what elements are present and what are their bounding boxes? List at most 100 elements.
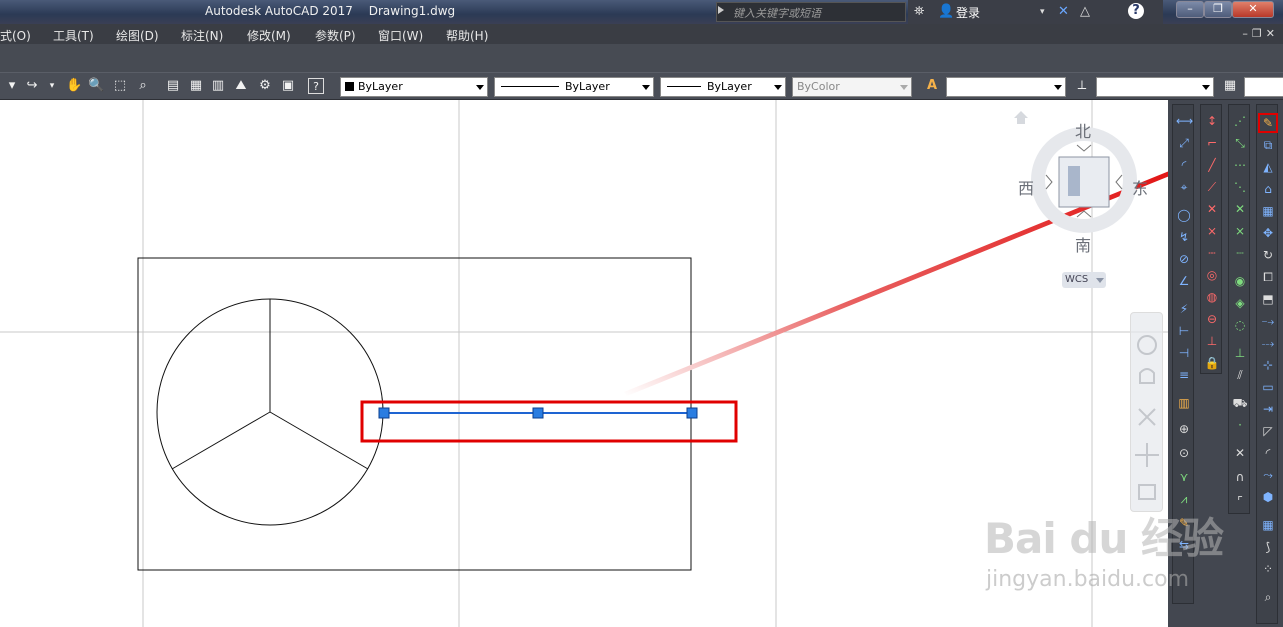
- dim-style-icon[interactable]: ⟂: [1074, 78, 1090, 94]
- center-green-icon[interactable]: ◉: [1232, 273, 1248, 289]
- sheet-set-icon[interactable]: ⛰: [233, 78, 249, 94]
- snap-intersection-icon[interactable]: ✕: [1204, 201, 1220, 217]
- parallel-gray-icon[interactable]: ⫽: [1232, 367, 1248, 383]
- snap-extension-icon[interactable]: ┄: [1204, 245, 1220, 261]
- pan-hand-icon[interactable]: ✋: [66, 78, 82, 94]
- snap-from-icon[interactable]: ⌐: [1204, 135, 1220, 151]
- space-icon[interactable]: ≡: [1176, 367, 1192, 383]
- restore-button[interactable]: ❐: [1204, 1, 1232, 18]
- aligned-dim-icon[interactable]: ⤢: [1176, 135, 1192, 151]
- scale-icon[interactable]: ⧠: [1260, 269, 1276, 285]
- radius-dim-icon[interactable]: ◯: [1176, 207, 1192, 223]
- polyline-edit-icon[interactable]: ⟆: [1260, 539, 1276, 555]
- login-button[interactable]: 登录: [956, 4, 980, 21]
- menu-modify[interactable]: 修改(M): [247, 27, 291, 44]
- snap-apparent-icon[interactable]: ⨯: [1204, 223, 1220, 239]
- osnap-settings-icon[interactable]: ⌜: [1232, 493, 1248, 509]
- angular-icon[interactable]: ∠: [1176, 273, 1192, 289]
- extend-icon[interactable]: ⤏: [1260, 335, 1276, 351]
- table-style-icon[interactable]: ▦: [1222, 78, 1238, 94]
- color-dropdown[interactable]: ByLayer: [340, 77, 488, 97]
- search-input[interactable]: 键入关键字或短语: [716, 2, 906, 22]
- ordinate-icon[interactable]: ⌖: [1176, 179, 1192, 195]
- blend-icon[interactable]: ⤳: [1260, 467, 1276, 483]
- snap-endpoint-icon[interactable]: ╱: [1204, 157, 1220, 173]
- inspect-icon[interactable]: ⊙: [1176, 445, 1192, 461]
- perp-green-icon[interactable]: ⊥: [1232, 345, 1248, 361]
- binoculars-icon[interactable]: ⛯: [914, 4, 924, 19]
- continue-icon[interactable]: ⊣: [1176, 345, 1192, 361]
- parallel-snap-icon[interactable]: ⋱: [1232, 179, 1248, 195]
- node-snap-icon[interactable]: ⋰: [1232, 113, 1248, 129]
- quadrant-green-icon[interactable]: ◈: [1232, 295, 1248, 311]
- connect-icon[interactable]: △: [1080, 4, 1090, 19]
- help-icon[interactable]: ?: [1128, 3, 1144, 19]
- jogged-linear-icon[interactable]: ⋎: [1176, 469, 1192, 485]
- quick-dim-icon[interactable]: ⚡: [1176, 301, 1192, 317]
- menu-tools[interactable]: 工具(T): [53, 27, 94, 44]
- table-style-dropdown[interactable]: [1244, 77, 1283, 97]
- search-expand-icon[interactable]: [718, 6, 724, 14]
- redo-dropdown-icon[interactable]: ▾: [44, 78, 60, 94]
- move-icon[interactable]: ✥: [1260, 225, 1276, 241]
- stretch-icon[interactable]: ⬒: [1260, 291, 1276, 307]
- snap-tangent-icon[interactable]: ⊖: [1204, 311, 1220, 327]
- menu-help[interactable]: 帮助(H): [446, 27, 488, 44]
- rotate-icon[interactable]: ↻: [1260, 247, 1276, 263]
- text-style-icon[interactable]: A: [924, 78, 940, 94]
- offset-icon[interactable]: ⌂: [1260, 181, 1276, 197]
- snap-center-icon[interactable]: ◎: [1204, 267, 1220, 283]
- zoom-realtime-icon[interactable]: 🔍: [88, 78, 104, 94]
- menu-format[interactable]: 式(O): [0, 27, 31, 44]
- viewcube-south-label[interactable]: 南: [1075, 232, 1091, 256]
- viewcube-west-label[interactable]: 西: [1018, 175, 1034, 199]
- snap-settings-icon[interactable]: 🔒: [1204, 355, 1220, 371]
- exchange-x-icon[interactable]: ✕: [1058, 4, 1069, 19]
- trim-icon[interactable]: ⤍: [1260, 313, 1276, 329]
- copy-icon[interactable]: ⧉: [1260, 137, 1276, 153]
- layout-icon[interactable]: ▦: [1260, 517, 1276, 533]
- properties-icon[interactable]: ▤: [165, 78, 181, 94]
- fillet-icon[interactable]: ◜: [1260, 445, 1276, 461]
- temp-track-icon[interactable]: ↕: [1204, 113, 1220, 129]
- zoom-window-icon[interactable]: ⬚: [112, 78, 128, 94]
- tool-palettes-icon[interactable]: ▥: [210, 78, 226, 94]
- minimize-button[interactable]: –: [1176, 1, 1204, 18]
- snap-perpendicular-icon[interactable]: ⊥: [1204, 333, 1220, 349]
- break-point-icon[interactable]: ⊹: [1260, 357, 1276, 373]
- redo-icon[interactable]: ↪: [24, 78, 40, 94]
- center-mark-icon[interactable]: ⊕: [1176, 421, 1192, 437]
- design-center-icon[interactable]: ▦: [188, 78, 204, 94]
- snap-cross-gray-icon[interactable]: ✕: [1232, 445, 1248, 461]
- undo-dropdown-icon[interactable]: ▾: [4, 78, 20, 94]
- linear-dim-icon[interactable]: ⟷: [1176, 113, 1193, 129]
- tolerance-icon[interactable]: ▥: [1176, 395, 1192, 411]
- wcs-dropdown-icon[interactable]: [1096, 278, 1104, 283]
- lineweight-dropdown[interactable]: ByLayer: [660, 77, 786, 97]
- nearest-snap-icon[interactable]: ⋯: [1232, 157, 1248, 173]
- dim-style-dropdown[interactable]: [1096, 77, 1214, 97]
- zoom-previous-icon[interactable]: ⌕: [135, 78, 151, 94]
- cross-snap-2-icon[interactable]: ⨯: [1232, 223, 1248, 239]
- menu-window[interactable]: 窗口(W): [378, 27, 423, 44]
- magnet-icon[interactable]: ∩: [1232, 469, 1248, 485]
- snap-quadrant-icon[interactable]: ◍: [1204, 289, 1220, 305]
- menu-draw[interactable]: 绘图(D): [116, 27, 159, 44]
- menu-dimension[interactable]: 标注(N): [181, 27, 223, 44]
- mdi-window-controls[interactable]: –❐✕: [1242, 27, 1279, 40]
- navigation-bar[interactable]: [1130, 312, 1163, 512]
- jogged-icon[interactable]: ↯: [1176, 229, 1192, 245]
- explode-icon[interactable]: ⬢: [1260, 489, 1276, 505]
- diameter-icon[interactable]: ⊘: [1176, 251, 1192, 267]
- insertion-snap-icon[interactable]: ⤡: [1232, 135, 1248, 151]
- dash-snap-icon[interactable]: ┈: [1232, 245, 1248, 261]
- login-dropdown-icon[interactable]: ▾: [1040, 7, 1045, 17]
- baseline-icon[interactable]: ⊢: [1176, 323, 1192, 339]
- close-button[interactable]: ✕: [1232, 1, 1274, 18]
- help-toolbar-icon[interactable]: ?: [308, 78, 324, 94]
- insert-gray-icon[interactable]: ⛟: [1232, 395, 1248, 411]
- linetype-dropdown[interactable]: ByLayer: [494, 77, 654, 97]
- zoom-bottom-icon[interactable]: ⌕: [1260, 589, 1276, 605]
- chamfer-icon[interactable]: ◸: [1260, 423, 1276, 439]
- viewcube-north-label[interactable]: 北: [1075, 118, 1091, 142]
